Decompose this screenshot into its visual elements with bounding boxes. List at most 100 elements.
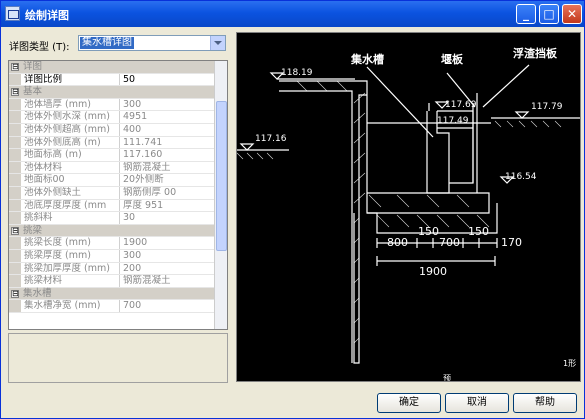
property-category[interactable]: ⊟ 挑梁 bbox=[9, 224, 227, 238]
drawing-preview: 集水槽 堰板 浮渣挡板 118.19 117.16 117.79 117.69 … bbox=[236, 32, 581, 382]
property-category[interactable]: ⊟ 基本 bbox=[9, 86, 227, 99]
property-value[interactable]: 30 bbox=[121, 212, 214, 224]
property-value[interactable]: 300 bbox=[121, 99, 214, 111]
category-label: 挑梁 bbox=[23, 224, 43, 236]
description-panel bbox=[8, 333, 228, 383]
property-name: 地面标00 bbox=[22, 174, 120, 186]
collapse-toggle-icon[interactable]: ⊟ bbox=[11, 63, 19, 71]
property-row[interactable]: 池底厚度厚度 (mm 厚度 951 bbox=[9, 199, 227, 213]
dim-150a: 150 bbox=[418, 225, 439, 238]
property-name: 挑梁材料 bbox=[22, 275, 120, 287]
elev-channel-bottom: 116.54 bbox=[505, 172, 537, 182]
label-baffle: 浮渣挡板 bbox=[513, 46, 558, 60]
property-scrollbar[interactable] bbox=[214, 61, 227, 329]
ok-button[interactable]: 确定 bbox=[377, 393, 441, 413]
detail-type-label: 详图类型 (T): bbox=[9, 42, 70, 53]
property-value[interactable]: 117.160 bbox=[121, 149, 214, 161]
property-value[interactable]: 400 bbox=[121, 124, 214, 136]
property-row[interactable]: 挑梁材料 钢筋混凝土 bbox=[9, 275, 227, 288]
elev-water: 117.79 bbox=[531, 102, 563, 112]
property-name: 集水槽净宽 (mm) bbox=[22, 300, 120, 312]
dim-150b: 150 bbox=[468, 225, 489, 238]
property-value[interactable]: 钢筋混凝土 bbox=[121, 162, 214, 174]
property-row[interactable]: 池体材料 钢筋混凝土 bbox=[9, 161, 227, 175]
app-icon bbox=[5, 6, 20, 21]
close-button[interactable]: ✕ bbox=[562, 4, 582, 24]
property-name: 挑梁厚度 (mm) bbox=[22, 249, 120, 262]
property-row[interactable]: 挑梁厚度 (mm) 300 bbox=[9, 249, 227, 263]
elev-ground-left: 117.16 bbox=[255, 134, 287, 144]
property-row[interactable]: 池体外侧底高 (m) 111.741 bbox=[9, 136, 227, 150]
detail-type-selected: 集水槽详图 bbox=[80, 37, 134, 49]
elev-weir-top: 117.69 bbox=[445, 100, 477, 110]
property-value[interactable]: 300 bbox=[121, 250, 214, 262]
property-value[interactable]: 1900 bbox=[121, 237, 214, 249]
property-value[interactable]: 200 bbox=[121, 263, 214, 275]
leader-baffle bbox=[482, 64, 530, 108]
property-value[interactable]: 钢筋混凝土 bbox=[121, 275, 214, 287]
property-row[interactable]: 集水槽净宽 (mm) 700 bbox=[9, 300, 227, 313]
property-value[interactable]: 20外侧断 bbox=[121, 174, 214, 186]
scrollbar-thumb[interactable] bbox=[216, 101, 227, 251]
property-row[interactable]: 池体外侧超高 (mm) 400 bbox=[9, 123, 227, 137]
row-gutter bbox=[9, 161, 21, 174]
minimize-button[interactable]: _ bbox=[516, 4, 536, 24]
collapse-toggle-icon[interactable]: ⊟ bbox=[11, 289, 19, 298]
row-gutter bbox=[9, 111, 21, 123]
collapse-toggle-icon[interactable]: ⊟ bbox=[11, 226, 19, 235]
property-name: 池底厚度厚度 (mm bbox=[22, 199, 120, 212]
property-value[interactable]: 700 bbox=[121, 300, 214, 312]
row-gutter bbox=[9, 123, 21, 136]
property-row[interactable]: 池体墙厚 (mm) 300 bbox=[9, 98, 227, 112]
dim-1900: 1900 bbox=[419, 265, 447, 278]
property-rows: ⊟ 详图 详图比例 50 ⊟ 基本 池体墙厚 (mm) 300 池体外侧水深 (mm) 4951 池… bbox=[9, 61, 227, 313]
property-value[interactable]: 4951 bbox=[121, 111, 214, 123]
row-gutter bbox=[9, 237, 21, 249]
help-button[interactable]: 帮助 bbox=[513, 393, 577, 413]
level-left bbox=[239, 143, 255, 151]
property-name: 池体外侧超高 (mm) bbox=[22, 123, 120, 136]
title-bar[interactable]: 绘制详图 _ □ ✕ bbox=[1, 1, 584, 27]
property-name: 池体材料 bbox=[22, 161, 120, 174]
property-row[interactable]: 详图比例 50 bbox=[9, 73, 227, 87]
property-row[interactable]: 地面标00 20外侧断 bbox=[9, 174, 227, 187]
property-row[interactable]: 挑梁长度 (mm) 1900 bbox=[9, 237, 227, 250]
property-name: 池体墙厚 (mm) bbox=[22, 98, 120, 111]
row-gutter bbox=[9, 275, 21, 287]
property-name: 池体外侧缺土 bbox=[22, 186, 120, 199]
row-gutter bbox=[9, 212, 21, 224]
property-row[interactable]: 池体外侧水深 (mm) 4951 bbox=[9, 111, 227, 124]
dialog-window: 绘制详图 _ □ ✕ 详图类型 (T): 集水槽详图 ⊟ 详图 详图比例 50 ⊟ 基本池… bbox=[0, 0, 585, 419]
property-grid[interactable]: ⊟ 详图 详图比例 50 ⊟ 基本 池体墙厚 (mm) 300 池体外侧水深 (mm) 4951 池… bbox=[8, 60, 228, 330]
category-label: 集水槽 bbox=[23, 287, 52, 299]
chevron-down-icon[interactable] bbox=[210, 36, 225, 50]
property-name: 地面标高 (m) bbox=[22, 149, 120, 161]
elev-ground-high: 118.19 bbox=[281, 68, 313, 78]
property-row[interactable]: 地面标高 (m) 117.160 bbox=[9, 149, 227, 162]
property-value[interactable]: 钢筋侧厚 00 bbox=[121, 187, 214, 199]
property-row[interactable]: 池体外侧缺土 钢筋侧厚 00 bbox=[9, 186, 227, 200]
property-name: 挑梁加厚厚度 (mm) bbox=[22, 262, 120, 275]
partial-label-bottom: 预 bbox=[443, 373, 451, 382]
row-gutter bbox=[9, 249, 21, 262]
property-category[interactable]: ⊟ 集水槽 bbox=[9, 287, 227, 301]
property-category[interactable]: ⊟ 详图 bbox=[9, 61, 227, 74]
dim-170: 170 bbox=[501, 236, 522, 249]
property-value[interactable]: 50 bbox=[121, 74, 214, 86]
property-row[interactable]: 挑梁加厚厚度 (mm) 200 bbox=[9, 262, 227, 276]
label-tank: 集水槽 bbox=[350, 52, 384, 66]
level-water bbox=[514, 111, 530, 119]
partial-label-right: 1形 bbox=[563, 359, 576, 368]
elev-weir-inner: 117.49 bbox=[437, 116, 469, 126]
property-value[interactable]: 厚度 951 bbox=[121, 200, 214, 212]
property-row[interactable]: 挑斜料 30 bbox=[9, 212, 227, 225]
property-name: 池体外侧水深 (mm) bbox=[22, 111, 120, 123]
property-value[interactable]: 111.741 bbox=[121, 137, 214, 149]
row-gutter bbox=[9, 186, 21, 199]
collapse-toggle-icon[interactable]: ⊟ bbox=[11, 88, 19, 97]
maximize-button[interactable]: □ bbox=[539, 4, 559, 24]
detail-type-select[interactable]: 集水槽详图 bbox=[78, 35, 226, 51]
cancel-button[interactable]: 取消 bbox=[445, 393, 509, 413]
category-label: 基本 bbox=[23, 86, 43, 98]
row-gutter bbox=[9, 136, 21, 149]
